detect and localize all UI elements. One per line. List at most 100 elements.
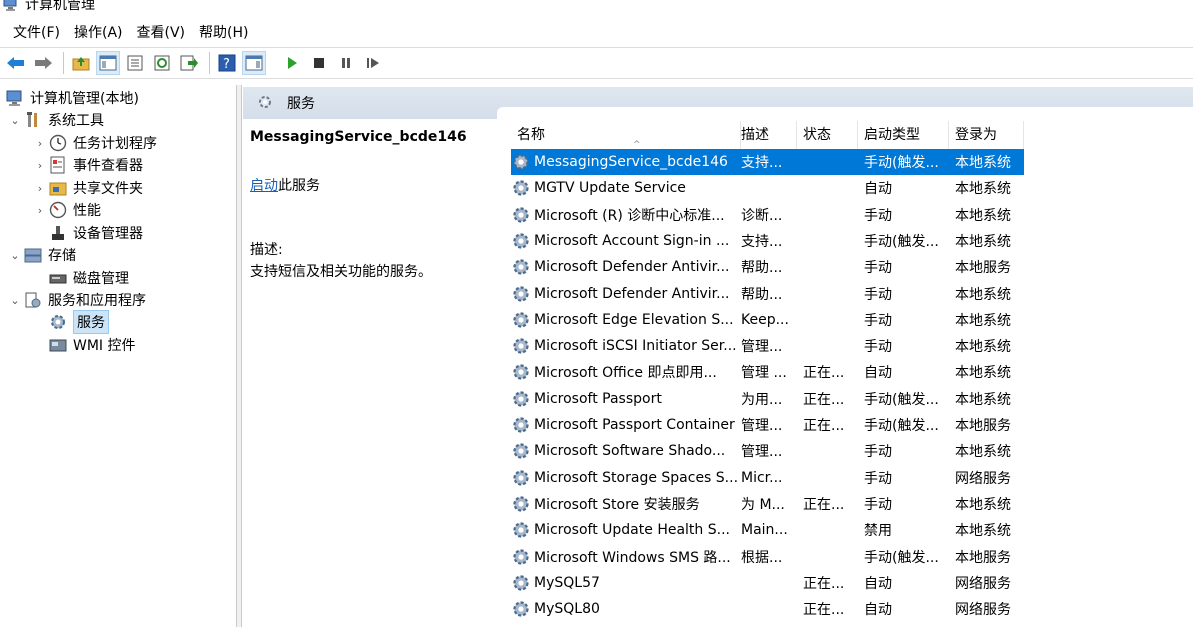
menu-help[interactable]: 帮助(H) [192,21,255,45]
service-row[interactable]: Microsoft Office 即点即用... 管理 ... 正在... 自动 本地系… [511,359,1024,385]
service-startup-type-cell: 手动 [864,260,892,277]
tree-label: 事件查看器 [73,158,143,174]
service-row[interactable]: Microsoft (R) 诊断中心标准... 诊断... 手动 本地系统 [511,202,1024,228]
service-name-cell: Microsoft Defender Antivir... [511,257,741,277]
service-startup-type-cell: 自动 [864,365,892,382]
column-header-description[interactable]: 描述 [735,121,797,149]
service-name-cell: Microsoft Update Health S... [511,520,741,540]
pause-icon[interactable] [334,51,358,75]
svg-text:?: ? [223,57,230,72]
toolbar-separator [209,52,210,74]
service-status-cell: 正在... [803,365,845,382]
tree-item-services-apps[interactable]: ⌄ 服务和应用程序 [8,289,146,311]
show-hide-tree-icon[interactable] [96,51,120,75]
help-icon[interactable]: ? [215,51,239,75]
menu-view[interactable]: 查看(V) [130,21,193,45]
service-row[interactable]: Microsoft Passport Container 管理... 正在... 手动… [511,412,1024,438]
service-row[interactable]: Microsoft Defender Antivir... 帮助... 手动 本地系统 [511,281,1024,307]
tree-item-disk-management[interactable]: 磁盘管理 [47,267,129,289]
start-service-suffix: 此服务 [278,178,320,194]
properties-icon[interactable] [123,51,147,75]
chevron-right-icon[interactable]: › [33,159,47,172]
service-name-cell: Microsoft Passport [511,389,741,409]
service-row[interactable]: Microsoft Storage Spaces S... Micr... 手动 网络… [511,465,1024,491]
menu-bar: 文件(F) 操作(A) 查看(V) 帮助(H) [0,20,1193,46]
service-row[interactable]: Microsoft Store 安装服务 为 M... 正在... 手动 本地系统 [511,491,1024,517]
chevron-right-icon[interactable]: › [33,137,47,150]
column-header-name[interactable]: 名称 ^ [511,121,741,150]
service-startup-type-cell: 手动 [864,339,892,356]
menu-file[interactable]: 文件(F) [6,21,67,45]
tree-item-task-scheduler[interactable]: › 任务计划程序 [33,132,157,154]
tree-label: 服务和应用程序 [48,293,146,309]
service-row[interactable]: MySQL80 正在... 自动 网络服务 [511,596,1024,622]
service-row[interactable]: Microsoft Software Shado... 管理... 手动 本地系统 [511,438,1024,464]
column-header-startup-type[interactable]: 启动类型 [858,121,949,149]
service-row[interactable]: MGTV Update Service 自动 本地系统 [511,175,1024,201]
gear-icon [511,205,531,225]
tree-label: 共享文件夹 [73,181,143,197]
service-status-cell: 正在... [803,391,845,408]
tree-item-performance[interactable]: › 性能 [33,199,101,221]
service-name-cell: MySQL80 [511,599,741,619]
tree-item-services[interactable]: 服务 [47,310,109,334]
tree-label: WMI 控件 [73,338,136,354]
chevron-down-icon[interactable]: ⌄ [8,249,22,262]
tree-item-root[interactable]: 计算机管理(本地) [4,87,139,109]
service-row[interactable]: MessagingService_bcde146 支持... 手动(触发... 本地系… [511,149,1024,175]
service-description-cell: 为 M... [741,496,785,513]
service-row[interactable]: MySQL57 正在... 自动 网络服务 [511,570,1024,596]
service-row[interactable]: Microsoft Account Sign-in ... 支持... 手动(触发.… [511,228,1024,254]
service-name: Microsoft Update Health S... [534,522,730,539]
back-arrow-icon[interactable] [4,51,28,75]
gear-icon [511,441,531,461]
up-folder-icon[interactable] [69,51,93,75]
tree-item-event-viewer[interactable]: › 事件查看器 [33,154,143,176]
chevron-right-icon[interactable]: › [33,204,47,217]
service-row[interactable]: Microsoft iSCSI Initiator Ser... 管理... 手动 本… [511,333,1024,359]
toolbar-separator [63,52,64,74]
service-description-cell: 帮助... [741,260,783,277]
service-row[interactable]: Microsoft Defender Antivir... 帮助... 手动 本地服务 [511,254,1024,280]
service-logon-cell: 本地服务 [955,418,1011,434]
chevron-right-icon[interactable]: › [33,182,47,195]
gear-icon [511,310,531,330]
tree-label: 设备管理器 [73,226,143,242]
tree-label: 计算机管理(本地) [30,91,139,107]
description-label: 描述: [250,242,283,258]
forward-arrow-icon[interactable] [31,51,55,75]
pane-splitter[interactable] [237,85,242,627]
resume-icon[interactable] [361,51,385,75]
chevron-down-icon[interactable]: ⌄ [8,294,22,307]
column-header-status[interactable]: 状态 [797,121,858,149]
tree-item-device-manager[interactable]: 设备管理器 [47,222,143,244]
service-name: Microsoft Passport [534,390,662,407]
menu-action[interactable]: 操作(A) [67,21,130,45]
event-viewer-icon [49,156,67,174]
service-row[interactable]: Microsoft Update Health S... Main... 禁用 本地系… [511,517,1024,543]
service-name: Microsoft Passport Container [534,417,735,433]
tree-item-wmi[interactable]: WMI 控件 [47,334,136,356]
service-row[interactable]: Microsoft Windows SMS 路... 根据... 手动(触发... 本… [511,544,1024,570]
action-pane-icon[interactable] [242,51,266,75]
start-service-link[interactable]: 启动 [250,178,278,194]
tree-item-shared-folders[interactable]: › 共享文件夹 [33,177,143,199]
service-description-cell: 管理... [741,339,783,356]
service-name: Microsoft Storage Spaces S... [534,469,739,486]
play-icon[interactable] [280,51,304,75]
stop-icon[interactable] [307,51,331,75]
tree-item-system-tools[interactable]: ⌄ 系统工具 [8,109,104,131]
service-name: Microsoft Software Shado... [534,443,726,460]
service-row[interactable]: Microsoft Edge Elevation S... Keep... 手动 本地… [511,307,1024,333]
export-list-icon[interactable] [177,51,201,75]
tree-item-storage[interactable]: ⌄ 存储 [8,244,76,266]
gear-icon [511,284,531,304]
service-row[interactable]: Microsoft Passport 为用... 正在... 手动(触发... 本地系统 [511,386,1024,412]
service-logon-cell: 本地服务 [955,549,1011,566]
service-startup-type-cell: 手动 [864,312,892,329]
column-header-logon[interactable]: 登录为 [949,121,1024,149]
chevron-down-icon[interactable]: ⌄ [8,114,22,127]
refresh-icon[interactable] [150,51,174,75]
gear-icon [49,313,67,331]
wmi-icon [49,336,67,354]
